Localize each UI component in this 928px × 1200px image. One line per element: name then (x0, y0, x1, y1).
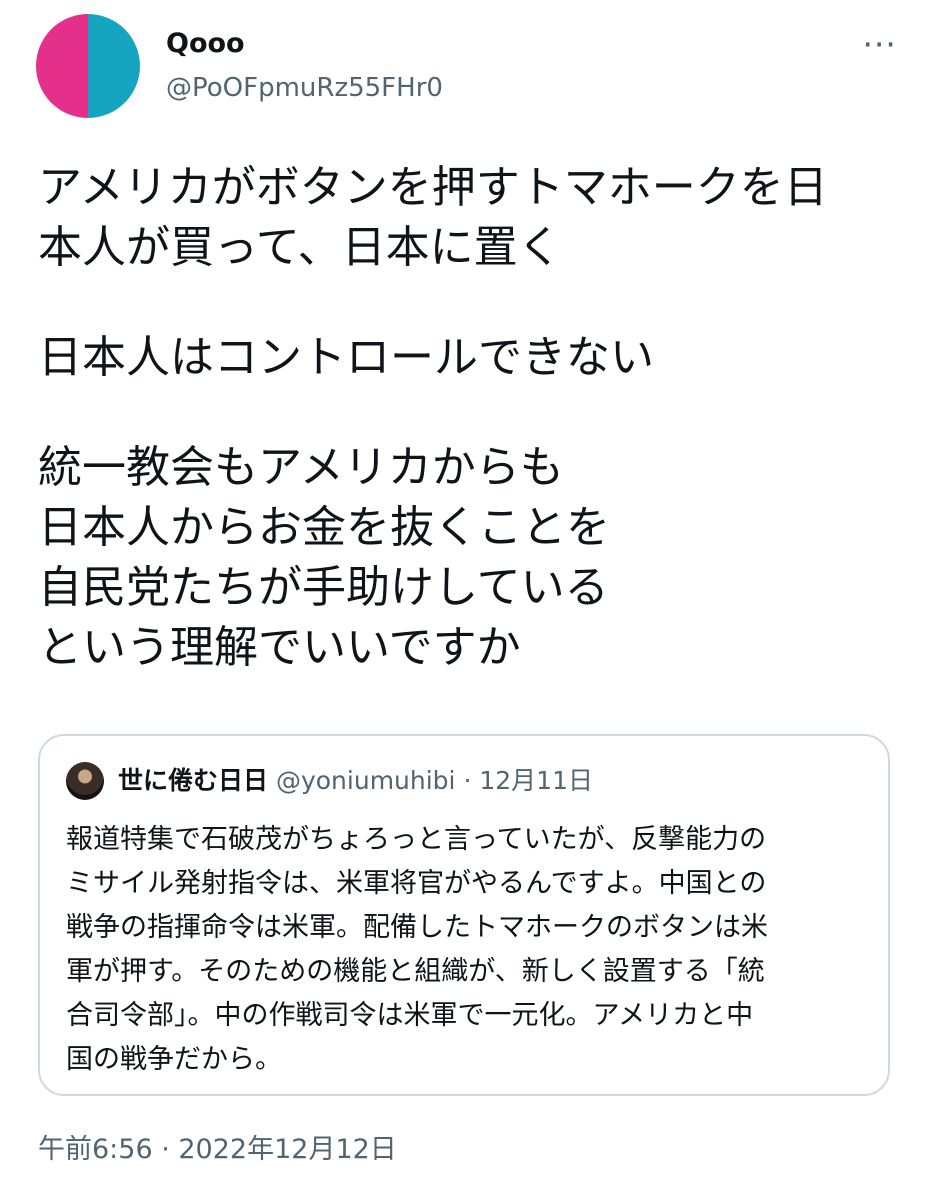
quoted-tweet-header: 世に倦む日日 @yoniumuhibi · 12月11日 (118, 764, 593, 798)
tweet-line: 自民党たちが手助けしている (38, 562, 609, 613)
avatar-right-half (88, 14, 140, 118)
author-avatar[interactable] (36, 14, 140, 118)
tweet-line: 日本人はコントロールできない (38, 332, 654, 383)
more-options-icon[interactable]: ⋯ (862, 26, 898, 62)
tweet-text: アメリカがボタンを押すトマホークを日 本人が買って、日本に置く 日本人はコントロ… (38, 158, 898, 678)
quoted-separator: · (463, 766, 472, 795)
quoted-author-avatar (66, 762, 104, 800)
tweet-line: 本人が買って、日本に置く (38, 222, 562, 273)
tweet-line: 日本人からお金を抜くことを (38, 502, 610, 553)
author-handle[interactable]: @PoOFpmuRz55FHr0 (166, 72, 443, 104)
tweet-line: という理解でいいですか (38, 622, 521, 673)
tweet-line: アメリカがボタンを押すトマホークを日 (38, 162, 828, 213)
tweet-line: 統一教会もアメリカからも (38, 442, 564, 493)
quoted-line: 軍が押す。そのための機能と組織が、新しく設置する「統 (66, 956, 765, 987)
quoted-line: 報道特集で石破茂がちょろっと言っていたが、反撃能力の (66, 824, 767, 855)
tweet-timestamp[interactable]: 午前6:56 · 2022年12月12日 (38, 1132, 397, 1168)
avatar-left-half (36, 14, 88, 118)
quoted-tweet-card[interactable]: 世に倦む日日 @yoniumuhibi · 12月11日 報道特集で石破茂がちょ… (38, 734, 890, 1096)
quoted-line: 国の戦争だから。 (66, 1044, 282, 1075)
author-display-name[interactable]: Qooo (166, 28, 245, 60)
quoted-date: 12月11日 (479, 766, 593, 795)
quoted-author-name: 世に倦む日日 (118, 766, 269, 795)
quoted-tweet-text: 報道特集で石破茂がちょろっと言っていたが、反撃能力の ミサイル発射指令は、米軍将… (66, 818, 866, 1082)
quoted-line: ミサイル発射指令は、米軍将官がやるんですよ。中国との (66, 868, 767, 899)
quoted-line: 戦争の指揮命令は米軍。配備したトマホークのボタンは米 (66, 912, 768, 943)
quoted-author-handle: @yoniumuhibi (275, 766, 456, 795)
quoted-line: 合司令部」。中の作戦司令は米軍で一元化。アメリカと中 (66, 1000, 754, 1031)
